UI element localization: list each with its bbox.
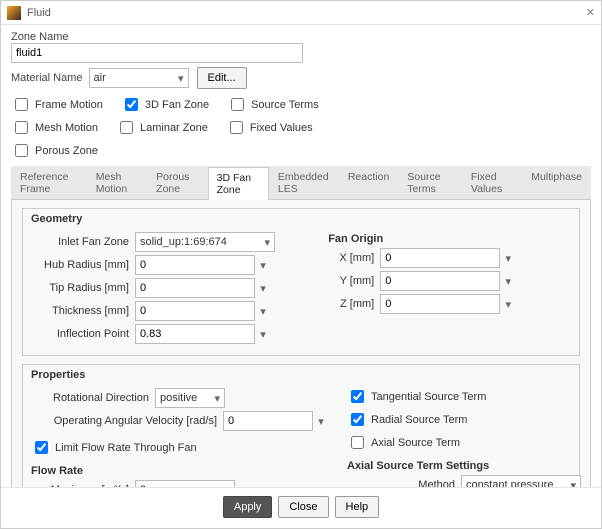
- fan-origin-y-label: Y [mm]: [328, 275, 374, 287]
- tab-panel-3d-fan-zone: Geometry Inlet Fan Zone solid_up:1:69:67…: [11, 200, 591, 487]
- tangential-source-checkbox[interactable]: Tangential Source Term: [347, 387, 486, 406]
- stepper-icon[interactable]: ▾: [255, 282, 271, 295]
- axial-method-select[interactable]: constant pressure ▾: [461, 475, 581, 487]
- tab-bar: Reference Frame Mesh Motion Porous Zone …: [11, 166, 591, 200]
- tab-3d-fan-zone[interactable]: 3D Fan Zone: [208, 167, 269, 200]
- options-row-3: Porous Zone: [11, 141, 591, 160]
- dialog-window: Fluid ✕ Zone Name Material Name air ▾ Ed…: [0, 0, 602, 529]
- geometry-group: Geometry Inlet Fan Zone solid_up:1:69:67…: [22, 208, 580, 356]
- 3d-fan-zone-checkbox[interactable]: 3D Fan Zone: [121, 95, 209, 114]
- tab-embedded-les[interactable]: Embedded LES: [269, 166, 339, 199]
- axial-settings-title: Axial Source Term Settings: [347, 460, 581, 472]
- axial-method-label: Method: [418, 479, 455, 487]
- rotational-direction-label: Rotational Direction: [31, 392, 149, 404]
- tab-reference-frame[interactable]: Reference Frame: [11, 166, 87, 199]
- mesh-motion-checkbox[interactable]: Mesh Motion: [11, 118, 98, 137]
- dialog-content: Zone Name Material Name air ▾ Edit... Fr…: [1, 25, 601, 487]
- inflection-input[interactable]: ▾: [135, 324, 271, 344]
- close-button[interactable]: Close: [278, 496, 328, 518]
- axial-source-checkbox[interactable]: Axial Source Term: [347, 433, 460, 452]
- tip-radius-label: Tip Radius [mm]: [31, 282, 129, 294]
- tab-multiphase[interactable]: Multiphase: [522, 166, 591, 199]
- material-name-label: Material Name: [11, 72, 83, 84]
- flow-max-input[interactable]: ▾: [135, 480, 251, 487]
- limit-flow-checkbox[interactable]: Limit Flow Rate Through Fan: [31, 438, 197, 457]
- thickness-input[interactable]: ▾: [135, 301, 271, 321]
- angular-velocity-input[interactable]: ▾: [223, 411, 329, 431]
- hub-radius-input[interactable]: ▾: [135, 255, 271, 275]
- caret-down-icon: ▾: [264, 236, 270, 249]
- caret-down-icon: ▾: [214, 392, 220, 405]
- help-button[interactable]: Help: [335, 496, 380, 518]
- stepper-icon[interactable]: ▾: [255, 305, 271, 318]
- caret-down-icon: ▾: [178, 72, 184, 85]
- frame-motion-checkbox[interactable]: Frame Motion: [11, 95, 103, 114]
- fan-origin-title: Fan Origin: [328, 233, 571, 245]
- stepper-icon[interactable]: ▾: [500, 275, 516, 288]
- apply-button[interactable]: Apply: [223, 496, 273, 518]
- porous-zone-checkbox[interactable]: Porous Zone: [11, 141, 98, 160]
- window-title: Fluid: [27, 7, 51, 19]
- fan-origin-x-input[interactable]: ▾: [380, 248, 516, 268]
- geometry-title: Geometry: [31, 213, 571, 225]
- stepper-icon[interactable]: ▾: [255, 328, 271, 341]
- fixed-values-checkbox[interactable]: Fixed Values: [226, 118, 313, 137]
- stepper-icon[interactable]: ▾: [255, 259, 271, 272]
- fan-origin-z-input[interactable]: ▾: [380, 294, 516, 314]
- properties-group: Properties Rotational Direction positive…: [22, 364, 580, 487]
- material-name-value: air: [94, 72, 106, 84]
- title-bar: Fluid ✕: [1, 1, 601, 25]
- radial-source-checkbox[interactable]: Radial Source Term: [347, 410, 467, 429]
- inlet-fan-zone-select[interactable]: solid_up:1:69:674 ▾: [135, 232, 275, 252]
- hub-radius-label: Hub Radius [mm]: [31, 259, 129, 271]
- stepper-icon[interactable]: ▾: [313, 415, 329, 428]
- tab-fixed-values[interactable]: Fixed Values: [462, 166, 522, 199]
- options-row-2: Mesh Motion Laminar Zone Fixed Values: [11, 118, 591, 137]
- tip-radius-input[interactable]: ▾: [135, 278, 271, 298]
- stepper-icon[interactable]: ▾: [500, 252, 516, 265]
- caret-down-icon: ▾: [570, 479, 576, 488]
- zone-name-label: Zone Name: [11, 31, 585, 43]
- fan-origin-y-input[interactable]: ▾: [380, 271, 516, 291]
- tab-mesh-motion[interactable]: Mesh Motion: [87, 166, 147, 199]
- source-terms-checkbox[interactable]: Source Terms: [227, 95, 319, 114]
- app-icon: [7, 6, 21, 20]
- rotational-direction-select[interactable]: positive ▾: [155, 388, 225, 408]
- material-name-select[interactable]: air ▾: [89, 68, 189, 88]
- zone-name-input[interactable]: [11, 43, 303, 63]
- tab-source-terms[interactable]: Source Terms: [398, 166, 462, 199]
- fan-origin-z-label: Z [mm]: [328, 298, 374, 310]
- fan-origin-x-label: X [mm]: [328, 252, 374, 264]
- angular-velocity-label: Operating Angular Velocity [rad/s]: [31, 415, 217, 427]
- tab-porous-zone[interactable]: Porous Zone: [147, 166, 207, 199]
- inflection-label: Inflection Point: [31, 328, 129, 340]
- window-close-button[interactable]: ✕: [586, 6, 595, 19]
- thickness-label: Thickness [mm]: [31, 305, 129, 317]
- laminar-zone-checkbox[interactable]: Laminar Zone: [116, 118, 208, 137]
- options-row-1: Frame Motion 3D Fan Zone Source Terms: [11, 95, 591, 114]
- tab-reaction[interactable]: Reaction: [339, 166, 398, 199]
- edit-material-button[interactable]: Edit...: [197, 67, 247, 89]
- stepper-icon[interactable]: ▾: [500, 298, 516, 311]
- flow-rate-title: Flow Rate: [31, 465, 329, 477]
- dialog-footer: Apply Close Help: [1, 487, 601, 528]
- properties-title: Properties: [31, 369, 571, 381]
- inlet-fan-zone-label: Inlet Fan Zone: [31, 236, 129, 248]
